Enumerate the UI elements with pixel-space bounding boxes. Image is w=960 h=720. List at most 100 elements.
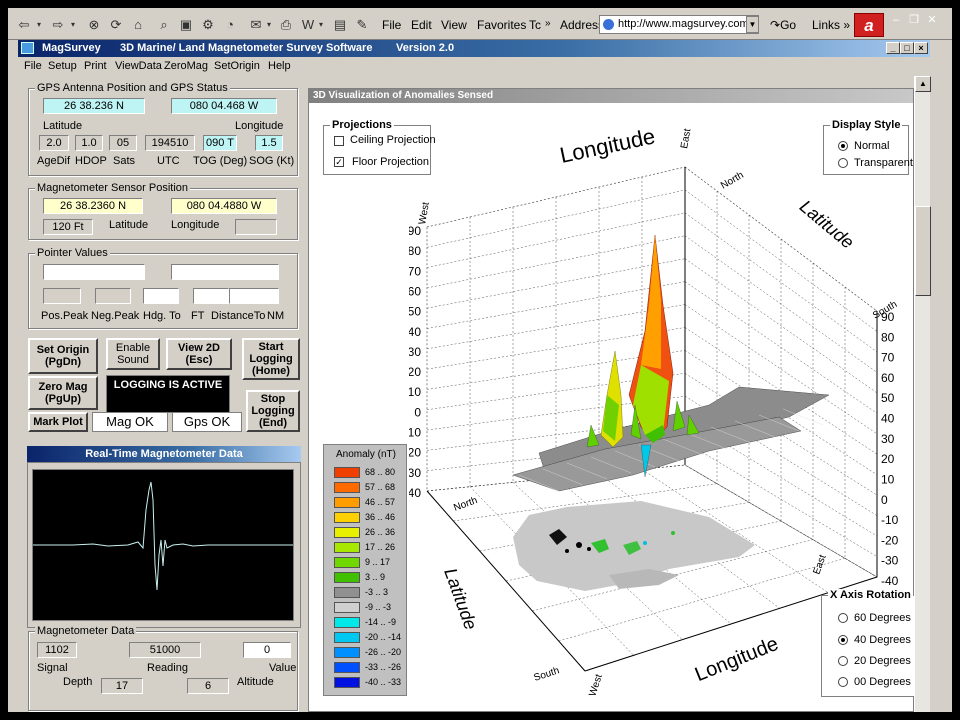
legend-range: -40 .. -33	[365, 677, 402, 687]
z-tick-left: -10	[409, 426, 421, 440]
enable-sound-button[interactable]: Enable Sound	[106, 338, 160, 370]
app-name: MagSurvey	[42, 42, 101, 54]
minimize-icon[interactable]: –	[888, 13, 904, 27]
legend-range: 46 .. 57	[365, 497, 396, 507]
signal-field: 1102	[37, 642, 77, 658]
menu-view[interactable]: View	[441, 18, 467, 32]
menu-favorites[interactable]: Favorites	[477, 18, 526, 32]
gps-latitude-field: 26 38.236 N	[43, 98, 145, 114]
z-tick-left: 20	[409, 365, 421, 379]
z-tick-left: 70	[409, 264, 421, 278]
z-tick-right: 50	[881, 391, 895, 405]
go-button[interactable]: ↷Go	[770, 18, 796, 32]
pos-peak-label: Pos.Peak	[41, 310, 89, 322]
z-tick-right: 30	[881, 432, 895, 446]
legend-item: -3 .. 3	[334, 587, 406, 598]
z-tick-left: 30	[409, 345, 421, 359]
rotation-20-radio[interactable]	[838, 656, 848, 666]
history-icon[interactable]: ◔	[220, 15, 240, 35]
scroll-up-icon[interactable]: ▲	[915, 76, 931, 92]
set-origin-button[interactable]: Set Origin (PgDn)	[28, 338, 98, 374]
view-2d-button[interactable]: View 2D (Esc)	[166, 338, 232, 370]
zero-mag-button[interactable]: Zero Mag (PgUp)	[28, 376, 98, 410]
legend-range: -26 .. -20	[365, 647, 402, 657]
rotation-60-radio[interactable]	[838, 613, 848, 623]
forward-icon[interactable]: ⇨	[48, 15, 68, 35]
menu-file[interactable]: File	[382, 18, 401, 32]
messenger-icon[interactable]: ✎	[352, 15, 372, 35]
search-icon[interactable]: ⌕	[154, 15, 174, 35]
legend-range: 9 .. 17	[365, 557, 391, 567]
refresh-icon[interactable]: ⟳	[106, 15, 126, 35]
dir-north-left: North	[452, 495, 479, 514]
menu-chevron-icon[interactable]: »	[545, 18, 551, 29]
legend-item: 17 .. 26	[334, 542, 406, 553]
z-tick-left: 40	[409, 325, 421, 339]
app-menu-zeromag[interactable]: ZeroMag	[164, 60, 208, 72]
close-icon[interactable]: ✕	[924, 13, 940, 27]
app-maximize-icon[interactable]: □	[900, 42, 914, 54]
legend-item: 36 .. 46	[334, 512, 406, 523]
favorites-icon[interactable]: ▣	[176, 15, 196, 35]
rotation-box: X Axis Rotation 60 Degrees 40 Degrees 20…	[821, 589, 915, 697]
menu-tools[interactable]: Tc	[529, 18, 541, 32]
back-dropdown-icon[interactable]: ▾	[34, 15, 44, 35]
address-input[interactable]: http://www.magsurvey.com/	[599, 15, 759, 34]
discuss-icon[interactable]: ▤	[330, 15, 350, 35]
vertical-scrollbar[interactable]: ▲	[914, 76, 931, 712]
app-menu-setorigin[interactable]: SetOrigin	[214, 60, 260, 72]
display-style-title: Display Style	[830, 119, 903, 131]
hdg-to-field	[143, 288, 179, 304]
mark-plot-button[interactable]: Mark Plot	[28, 412, 88, 432]
home-icon[interactable]: ⌂	[128, 15, 148, 35]
app-menu-file[interactable]: File	[24, 60, 42, 72]
app-menu-help[interactable]: Help	[268, 60, 291, 72]
app-menu-setup[interactable]: Setup	[48, 60, 77, 72]
address-dropdown-icon[interactable]: ▼	[746, 16, 759, 33]
magdata-group: Magnetometer Data 1102 51000 0 Signal Re…	[28, 625, 298, 711]
display-transparent-radio[interactable]	[838, 158, 848, 168]
legend-range: 17 .. 26	[365, 542, 396, 552]
stop-icon[interactable]: ⊗	[84, 15, 104, 35]
dir-east-right: East	[811, 553, 828, 576]
app-close-icon[interactable]: ×	[914, 42, 928, 54]
z-tick-left: 50	[409, 305, 421, 319]
forward-dropdown-icon[interactable]: ▾	[68, 15, 78, 35]
stop-logging-button[interactable]: Stop Logging (End)	[246, 390, 300, 432]
legend-swatch	[334, 497, 360, 508]
app-menu-print[interactable]: Print	[84, 60, 107, 72]
media-icon[interactable]: ⚙	[198, 15, 218, 35]
links-button[interactable]: Links »	[812, 18, 850, 32]
gps-longitude-label: Longitude	[235, 120, 284, 132]
display-normal-radio[interactable]	[838, 141, 848, 151]
mail-dropdown-icon[interactable]: ▾	[264, 15, 274, 35]
legend-swatch	[334, 647, 360, 658]
sensor-longitude-field: 080 04.4880 W	[171, 198, 277, 214]
edit-dropdown-icon[interactable]: ▾	[316, 15, 326, 35]
ceiling-projection-checkbox[interactable]	[334, 136, 344, 146]
screen: ⇦ ▾ ⇨ ▾ ⊗ ⟳ ⌂ ⌕ ▣ ⚙ ◔ ✉ ▾ ⎙ W ▾ ▤ ✎ File…	[8, 8, 952, 712]
edit-icon[interactable]: W	[298, 15, 318, 35]
dir-north-top: North	[719, 170, 746, 192]
address-label: Address	[560, 18, 605, 32]
menu-edit[interactable]: Edit	[411, 18, 432, 32]
scroll-thumb[interactable]	[915, 206, 931, 296]
print-icon[interactable]: ⎙	[276, 15, 296, 35]
floor-projection-checkbox[interactable]: ✓	[334, 157, 344, 167]
z-tick-right: -30	[881, 554, 899, 568]
start-logging-button[interactable]: Start Logging (Home)	[242, 338, 300, 380]
z-tick-left: 60	[409, 284, 421, 298]
rotation-20-label: 20 Degrees	[854, 655, 911, 667]
display-style-box: Display Style Normal Transparent	[823, 119, 913, 175]
app-menu-viewdata[interactable]: ViewData	[115, 60, 162, 72]
app-icon	[21, 42, 34, 54]
z-tick-right: 70	[881, 351, 895, 365]
ft-field	[193, 288, 229, 304]
mail-icon[interactable]: ✉	[246, 15, 266, 35]
app-minimize-icon[interactable]: _	[886, 42, 900, 54]
realtime-trace-svg	[33, 481, 293, 591]
back-icon[interactable]: ⇦	[14, 15, 34, 35]
rotation-00-radio[interactable]	[838, 677, 848, 687]
rotation-40-radio[interactable]	[838, 635, 848, 645]
restore-icon[interactable]: ❐	[906, 13, 922, 27]
